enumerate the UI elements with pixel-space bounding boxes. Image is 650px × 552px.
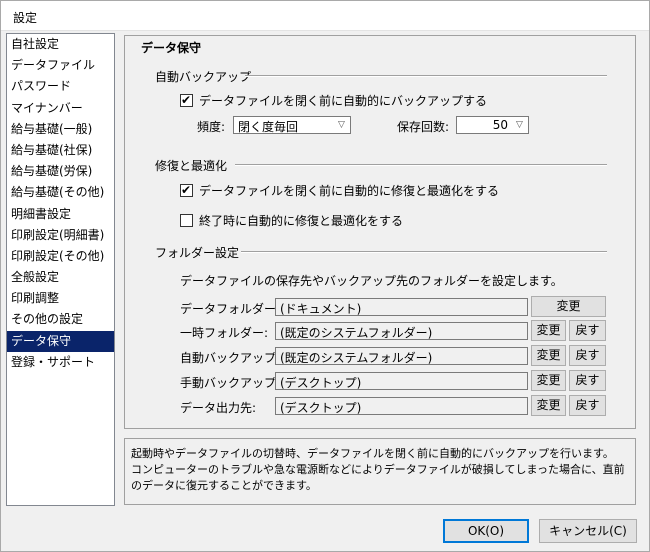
repair-on-close-checkbox[interactable]: ✔ — [180, 183, 193, 197]
data-output-folder-change-button[interactable]: 変更 — [531, 395, 566, 416]
sidebar-item-other-settings[interactable]: その他の設定 — [7, 309, 114, 330]
data-folder-field: (ドキュメント) — [275, 298, 528, 316]
group-divider — [245, 75, 607, 77]
sidebar-item-salary-labor-insurance[interactable]: 給与基礎(労保) — [7, 161, 114, 182]
frequency-label: 頻度: — [197, 120, 226, 134]
save-count-select[interactable]: 50 ▽ — [456, 116, 529, 134]
temp-folder-reset-button[interactable]: 戻す — [569, 320, 606, 341]
folder-description: データファイルの保存先やバックアップ先のフォルダーを設定します。 — [180, 274, 563, 288]
help-text-line: 起動時やデータファイルの切替時、データファイルを閉く前に自動的にバックアップを行… — [131, 447, 614, 460]
repair-on-close-checkbox-label: データファイルを閉く前に自動的に修復と最適化をする — [199, 184, 500, 198]
temp-folder-change-button[interactable]: 変更 — [531, 320, 566, 341]
sidebar-item-statement[interactable]: 明細書設定 — [7, 204, 114, 225]
ok-button[interactable]: OK(O) — [443, 519, 529, 543]
folder-group-label: フォルダー設定 — [155, 246, 240, 260]
sidebar-item-print-adjust[interactable]: 印刷調整 — [7, 288, 114, 309]
section-title: データ保守 — [139, 39, 204, 56]
group-divider — [235, 164, 607, 166]
help-text-line: コンピューターのトラブルや急な電源断などによりデータファイルが破損してしまった場… — [131, 463, 625, 476]
chevron-down-icon[interactable]: ▽ — [333, 117, 350, 133]
help-description-box: 起動時やデータファイルの切替時、データファイルを閉く前に自動的にバックアップを行… — [124, 438, 636, 505]
data-folder-label: データフォルダー: — [180, 302, 281, 316]
help-text-line: のデータに復元することができます。 — [131, 479, 317, 492]
manual-backup-folder-field: (デスクトップ) — [275, 372, 528, 390]
data-output-folder-field: (デスクトップ) — [275, 397, 528, 415]
data-folder-change-button[interactable]: 変更 — [531, 296, 606, 317]
sidebar-item-salary-social-insurance[interactable]: 給与基礎(社保) — [7, 140, 114, 161]
temp-folder-label: 一時フォルダー: — [180, 326, 269, 340]
manual-backup-folder-value: (デスクトップ) — [280, 376, 362, 390]
manual-backup-folder-reset-button[interactable]: 戻す — [569, 370, 606, 391]
auto-backup-folder-value: (既定のシステムフォルダー) — [280, 351, 433, 365]
temp-folder-field: (既定のシステムフォルダー) — [275, 322, 528, 340]
temp-folder-value: (既定のシステムフォルダー) — [280, 326, 433, 340]
auto-backup-checkbox-row[interactable]: ✔ データファイルを閉く前に自動的にバックアップする — [180, 92, 487, 109]
repair-on-exit-checkbox-row[interactable]: 終了時に自動的に修復と最適化をする — [180, 212, 403, 229]
repair-on-exit-checkbox-label: 終了時に自動的に修復と最適化をする — [199, 214, 404, 228]
save-count-value: 50 — [492, 118, 508, 132]
title-bar: 設定 — [1, 1, 649, 31]
sidebar-item-salary-other[interactable]: 給与基礎(その他) — [7, 182, 114, 203]
auto-backup-folder-reset-button[interactable]: 戻す — [569, 345, 606, 366]
window-title: 設定 — [13, 11, 38, 25]
sidebar-item-company[interactable]: 自社設定 — [7, 34, 114, 55]
sidebar-item-registration-support[interactable]: 登録・サポート — [7, 352, 114, 373]
data-output-folder-value: (デスクトップ) — [280, 401, 362, 415]
check-mark-icon: ✔ — [181, 183, 192, 197]
sidebar-item-data-maintenance[interactable]: データ保守 — [7, 330, 114, 352]
manual-backup-folder-label: 手動バックアップ: — [180, 376, 281, 390]
auto-backup-checkbox-label: データファイルを閉く前に自動的にバックアップする — [199, 94, 488, 108]
sidebar-item-general[interactable]: 全般設定 — [7, 267, 114, 288]
sidebar-item-my-number[interactable]: マイナンバー — [7, 98, 114, 119]
cancel-button[interactable]: キャンセル(C) — [539, 519, 637, 543]
data-output-folder-reset-button[interactable]: 戻す — [569, 395, 606, 416]
sidebar-item-print-other[interactable]: 印刷設定(その他) — [7, 246, 114, 267]
sidebar-item-print-statement[interactable]: 印刷設定(明細書) — [7, 225, 114, 246]
chevron-down-icon[interactable]: ▽ — [511, 117, 528, 133]
auto-backup-checkbox[interactable]: ✔ — [180, 93, 193, 107]
repair-on-close-checkbox-row[interactable]: ✔ データファイルを閉く前に自動的に修復と最適化をする — [180, 182, 499, 199]
save-count-label: 保存回数: — [397, 120, 450, 134]
sidebar-item-password[interactable]: パスワード — [7, 76, 114, 97]
auto-backup-folder-field: (既定のシステムフォルダー) — [275, 347, 528, 365]
manual-backup-folder-change-button[interactable]: 変更 — [531, 370, 566, 391]
check-mark-icon: ✔ — [181, 93, 192, 107]
group-divider — [241, 251, 607, 253]
sidebar-item-salary-general[interactable]: 給与基礎(一般) — [7, 119, 114, 140]
auto-backup-group-label: 自動バックアップ — [155, 70, 252, 84]
repair-on-exit-checkbox[interactable] — [180, 214, 193, 227]
sidebar-item-data-file[interactable]: データファイル — [7, 55, 114, 76]
auto-backup-folder-label: 自動バックアップ: — [180, 351, 281, 365]
data-maintenance-panel: データ保守 自動バックアップ ✔ データファイルを閉く前に自動的にバックアップす… — [124, 35, 636, 429]
frequency-value: 閉く度毎回 — [238, 120, 299, 134]
settings-category-list[interactable]: 自社設定 データファイル パスワード マイナンバー 給与基礎(一般) 給与基礎(… — [6, 33, 115, 506]
auto-backup-folder-change-button[interactable]: 変更 — [531, 345, 566, 366]
settings-dialog: 設定 自社設定 データファイル パスワード マイナンバー 給与基礎(一般) 給与… — [0, 0, 650, 552]
repair-group-label: 修復と最適化 — [155, 159, 228, 173]
frequency-select[interactable]: 閉く度毎回 ▽ — [233, 116, 351, 134]
data-output-folder-label: データ出力先: — [180, 401, 257, 415]
data-folder-value: (ドキュメント) — [280, 302, 362, 316]
